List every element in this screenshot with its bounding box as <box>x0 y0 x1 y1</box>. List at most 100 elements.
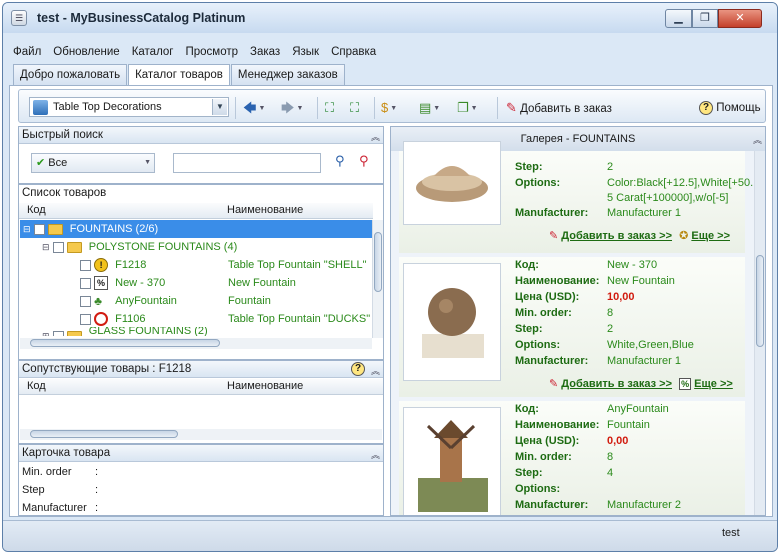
tree-row-polystone[interactable]: ⊟ POLYSTONE FOUNTAINS (4) <box>20 238 372 256</box>
row-checkbox[interactable] <box>80 259 91 271</box>
tab-welcome[interactable]: Добро пожаловать <box>13 64 128 85</box>
label-min-order: Min. order: <box>515 307 572 319</box>
title-bar[interactable]: ☰ test - MyBusinessCatalog Platinum ▁ ❐ … <box>3 3 777 33</box>
row-checkbox[interactable] <box>80 313 91 325</box>
chevron-down-icon: ▼ <box>144 159 151 166</box>
tree-row-fountains[interactable]: ⊟ FOUNTAINS (2/6) <box>20 220 372 238</box>
toolbar: Table Top Decorations ▼ 🡄 ▼ 🡆 ▼ ⛶ ⛶ $ ▼ ▤ ▼ … <box>18 89 766 123</box>
menu-language[interactable]: Язык <box>286 43 325 61</box>
collapse-icon[interactable]: ︽ <box>371 129 380 145</box>
toolbar-separator <box>374 97 375 119</box>
label-name: Наименование: <box>515 419 600 431</box>
label-step: Step: <box>515 161 543 173</box>
forward-arrow-icon[interactable]: 🡆 ▼ <box>281 99 303 117</box>
export-icon[interactable]: ▤ ▼ <box>419 99 440 117</box>
tree-row-glass[interactable]: ⊞ GLASS FOUNTAINS (2) <box>20 327 372 336</box>
row-code: AnyFountain <box>115 295 177 307</box>
row-checkbox[interactable] <box>33 223 45 235</box>
table-row[interactable]: ! F1218 Table Top Fountain "SHELL" <box>20 256 372 274</box>
tab-catalog[interactable]: Каталог товаров <box>128 64 230 86</box>
row-code: New - 370 <box>115 277 166 289</box>
row-code: F1218 <box>115 259 147 271</box>
product-image[interactable] <box>403 141 501 225</box>
binoculars-icon[interactable]: ⚲ <box>335 153 345 169</box>
expand-icon[interactable]: ⊞ <box>42 331 50 336</box>
add-to-order-label: Добавить в заказ <box>520 103 612 115</box>
folder-icon <box>66 241 82 253</box>
label-step: Step: <box>515 323 543 335</box>
scroll-thumb[interactable] <box>374 232 382 292</box>
collapse-icon[interactable]: ︽ <box>753 133 762 146</box>
add-to-order-link[interactable]: Добавить в заказ >> <box>561 378 672 390</box>
scroll-thumb[interactable] <box>756 255 764 347</box>
col-name[interactable]: Наименование <box>227 379 303 394</box>
filter-select[interactable]: ✔ Все ▼ <box>31 153 155 173</box>
fountain-sphere-image <box>422 288 484 358</box>
add-to-order-link[interactable]: Добавить в заказ >> <box>561 230 672 242</box>
more-link[interactable]: Еще >> <box>691 230 730 242</box>
row-checkbox[interactable] <box>80 295 91 307</box>
product-card-panel: Карточка товара ︽ Min. order : Step : Man… <box>18 444 384 516</box>
menu-bar: Файл Обновление Каталог Просмотр Заказ Я… <box>7 43 382 61</box>
scroll-thumb[interactable] <box>30 430 178 438</box>
row-name: Table Top Fountain "DUCKS" <box>228 313 371 325</box>
related-title: Сопутствующие товары : F1218? ︽ <box>19 361 383 378</box>
menu-order[interactable]: Заказ <box>244 43 286 61</box>
scroll-thumb[interactable] <box>30 339 220 347</box>
menu-update[interactable]: Обновление <box>47 43 125 61</box>
col-code[interactable]: Код <box>27 203 46 218</box>
row-checkbox[interactable] <box>52 330 64 336</box>
product-list-hscrollbar[interactable] <box>20 338 372 349</box>
expand-icon[interactable]: ⊟ <box>42 242 50 252</box>
currency-icon[interactable]: $ ▼ <box>381 99 397 117</box>
collapse-icon[interactable]: ︽ <box>371 447 380 463</box>
value-name: Fountain <box>607 419 650 431</box>
percent-icon: % <box>94 276 109 291</box>
value-price: 0,00 <box>607 435 629 447</box>
value-price: 10,00 <box>607 291 635 303</box>
search-clear-icon[interactable]: ⚲ <box>359 153 369 169</box>
col-code[interactable]: Код <box>27 379 46 394</box>
add-to-order-button[interactable]: ✎ Добавить в заказ <box>506 98 612 118</box>
menu-help[interactable]: Справка <box>325 43 382 61</box>
menu-view[interactable]: Просмотр <box>180 43 245 61</box>
collapse-icon[interactable]: ︽ <box>371 363 380 379</box>
copy-icon[interactable]: ❐ ▼ <box>457 99 478 117</box>
product-image[interactable] <box>403 407 501 515</box>
menu-catalog[interactable]: Каталог <box>126 43 180 61</box>
expand-icon[interactable]: ⊟ <box>23 224 31 234</box>
row-checkbox[interactable] <box>52 241 64 253</box>
maximize-button[interactable]: ❐ <box>692 9 718 28</box>
value-manufacturer: Manufacturer 1 <box>607 355 681 367</box>
people-icon: ♣ <box>94 294 102 309</box>
more-link[interactable]: Еще >> <box>694 378 733 390</box>
value-manufacturer: Manufacturer 2 <box>607 499 681 511</box>
table-row[interactable]: F1106 Table Top Fountain "DUCKS" <box>20 310 372 328</box>
collapse-view-icon[interactable]: ⛶ <box>350 99 359 117</box>
table-row[interactable]: % New - 370 New Fountain <box>20 274 372 292</box>
label-manufacturer: Manufacturer: <box>515 207 589 219</box>
app-menu-icon[interactable]: ☰ <box>11 10 27 26</box>
related-hscrollbar[interactable] <box>20 429 382 440</box>
catalog-select[interactable]: Table Top Decorations ▼ <box>29 97 229 117</box>
back-arrow-icon[interactable]: 🡄 ▼ <box>243 99 265 117</box>
row-name: New Fountain <box>228 277 296 289</box>
search-input[interactable] <box>173 153 321 173</box>
chevron-down-icon[interactable]: ▼ <box>212 99 227 115</box>
help-icon[interactable]: ? <box>351 362 365 376</box>
value-step: 4 <box>607 467 614 479</box>
help-button[interactable]: ? Помощь <box>699 98 761 118</box>
minimize-button[interactable]: ▁ <box>665 9 692 28</box>
tab-order-manager[interactable]: Менеджер заказов <box>230 64 345 85</box>
product-list-header: Код Наименование <box>19 203 373 219</box>
menu-file[interactable]: Файл <box>7 43 47 61</box>
expand-view-icon[interactable]: ⛶ <box>325 99 334 117</box>
product-image[interactable] <box>403 263 501 381</box>
gallery-scrollbar[interactable] <box>754 151 765 515</box>
close-button[interactable]: ✕ <box>718 9 762 28</box>
col-name[interactable]: Наименование <box>227 203 303 218</box>
table-row[interactable]: ♣ AnyFountain Fountain <box>20 292 372 310</box>
row-checkbox[interactable] <box>80 277 91 289</box>
product-list-title: Список товаров <box>19 185 383 202</box>
product-list-scrollbar[interactable] <box>372 220 383 338</box>
